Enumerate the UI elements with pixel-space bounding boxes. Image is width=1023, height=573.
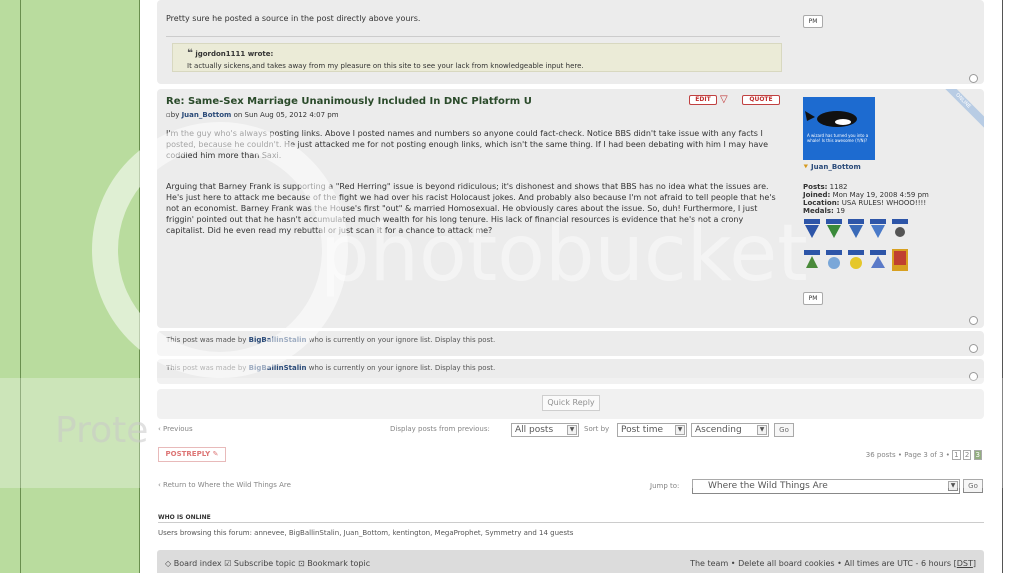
chevron-down-icon: ▼ (675, 425, 685, 435)
pagination: 36 posts • Page 3 of 3 • 1 2 3 (865, 450, 982, 460)
avatar[interactable]: A wizard has turned you into a whale! Is… (803, 97, 875, 160)
sort-select[interactable]: Post time ▼ (617, 423, 687, 437)
previous-post-body: Pretty sure he posted a source in the po… (166, 14, 421, 23)
chevron-down-icon: ▼ (567, 425, 577, 435)
medal-icons (804, 219, 908, 271)
page-3-current: 3 (973, 450, 982, 460)
quote-mark-icon: ❝ (187, 48, 193, 59)
page-1-link[interactable]: 1 (952, 450, 961, 460)
quick-reply-bar: Quick Reply (157, 389, 984, 419)
go-button[interactable]: Go (774, 423, 794, 437)
home-icon: ◇ (165, 559, 172, 568)
quote-text: It actually sickens,and takes away from … (187, 62, 584, 70)
ignored-user-link[interactable]: BigBallinStalin (249, 336, 307, 344)
chevron-left-icon: ‹ (158, 425, 161, 433)
chevron-down-icon: ▼ (948, 481, 958, 491)
pm-button-previous[interactable]: PM (803, 15, 823, 28)
display-post-link[interactable]: who is currently on your ignore list. Di… (307, 364, 495, 372)
subscribe-link[interactable]: Subscribe topic (234, 559, 296, 568)
profile-details: Posts: 1182 Joined: Mon May 19, 2008 4:5… (803, 183, 929, 215)
back-to-top-icon[interactable] (969, 372, 978, 381)
quote-author: jgordon1111 wrote: (195, 50, 274, 58)
sidebar-edge-line (20, 0, 21, 573)
medal-count: 19 (836, 207, 845, 215)
board-index-link[interactable]: Board index (174, 559, 222, 568)
quote-block: ❝ jgordon1111 wrote: It actually sickens… (172, 43, 782, 72)
sort-label: Sort by (584, 425, 610, 433)
medal-row-1 (804, 219, 908, 238)
post-panel: Re: Same-Sex Marriage Unanimously Includ… (157, 89, 984, 328)
post-count: 1182 (829, 183, 848, 191)
pm-button[interactable]: PM (803, 292, 823, 305)
back-to-top-icon[interactable] (969, 316, 978, 325)
dst-text: DST (956, 559, 973, 568)
previous-link[interactable]: ‹ Previous (158, 425, 193, 433)
ignored-user-link[interactable]: BigBallinStalin (249, 364, 307, 372)
who-is-online-text: Users browsing this forum: annevee, BigB… (158, 529, 574, 537)
checkbox-icon: ☑ (224, 559, 232, 568)
postreply-button[interactable]: POSTREPLY ✎ (158, 447, 226, 462)
rank-icon: ⯆ (803, 163, 809, 171)
post-divider (166, 36, 780, 37)
display-post-link[interactable]: who is currently on your ignore list. Di… (307, 336, 495, 344)
jump-go-button[interactable]: Go (963, 479, 983, 493)
pencil-icon: ✎ (212, 450, 219, 458)
right-gutter (1002, 0, 1023, 573)
chevron-left-icon: ‹ (158, 481, 161, 489)
quote-button[interactable]: QUOTE (742, 95, 780, 105)
post-byline: ▫by Juan_Bottom on Sun Aug 05, 2012 4:07… (166, 111, 339, 119)
delete-cookies-link[interactable]: Delete all board cookies (738, 559, 835, 568)
back-to-top-icon[interactable] (969, 74, 978, 83)
bookmark-link[interactable]: Bookmark topic (307, 559, 370, 568)
quick-reply-button[interactable]: Quick Reply (542, 395, 600, 411)
left-sidebar-background (0, 0, 140, 573)
joined-date: Mon May 19, 2008 4:59 pm (832, 191, 929, 199)
post-date: on Sun Aug 05, 2012 4:07 pm (233, 111, 339, 119)
post-paragraph-1: I'm the guy who's always posting links. … (166, 129, 769, 160)
location: USA RULES! WHOOO!!!! (841, 199, 927, 207)
sidebar-edge-line-inner (139, 0, 140, 573)
online-ribbon: ONLINE (935, 89, 984, 129)
display-select[interactable]: All posts ▼ (511, 423, 579, 437)
footer-bar: ◇ Board index ☑ Subscribe topic ⊡ Bookma… (157, 550, 984, 573)
return-link[interactable]: ‹ Return to Where the Wild Things Are (158, 481, 291, 489)
post-title[interactable]: Re: Same-Sex Marriage Unanimously Includ… (166, 96, 532, 107)
page-2-link[interactable]: 2 (962, 450, 972, 460)
order-select[interactable]: Ascending ▼ (691, 423, 769, 437)
previous-post-panel: Pretty sure he posted a source in the po… (157, 0, 984, 84)
post-author-link[interactable]: Juan_Bottom (182, 111, 232, 119)
jump-label: Jump to: (650, 482, 680, 490)
display-label: Display posts from previous: (390, 425, 490, 433)
timezone-text: All times are UTC - 6 hours [ (844, 559, 957, 568)
profile-name[interactable]: ⯆ Juan_Bottom (803, 163, 861, 172)
team-link[interactable]: The team (690, 559, 728, 568)
who-is-online-heading: WHO IS ONLINE (158, 514, 211, 521)
jump-select[interactable]: Where the Wild Things Are ▼ (692, 479, 960, 494)
edit-button[interactable]: EDIT (689, 95, 717, 105)
medal-row-2 (804, 249, 908, 271)
chevron-down-icon: ▼ (757, 425, 767, 435)
report-icon[interactable]: ▽ (720, 94, 728, 105)
bookmark-icon: ⊡ (298, 559, 305, 568)
avatar-caption: A wizard has turned you into a whale! Is… (807, 133, 869, 143)
whale-icon (805, 111, 857, 127)
medals-grid (803, 218, 933, 286)
back-to-top-icon[interactable] (969, 344, 978, 353)
ignored-post-1: This post was made by BigBallinStalin wh… (157, 331, 984, 356)
ignored-post-2: This post was made by BigBallinStalin wh… (157, 359, 984, 384)
online-divider (158, 522, 984, 523)
forum-main: Pretty sure he posted a source in the po… (141, 0, 1002, 573)
post-paragraph-2: Arguing that Barney Frank is supporting … (166, 182, 776, 235)
